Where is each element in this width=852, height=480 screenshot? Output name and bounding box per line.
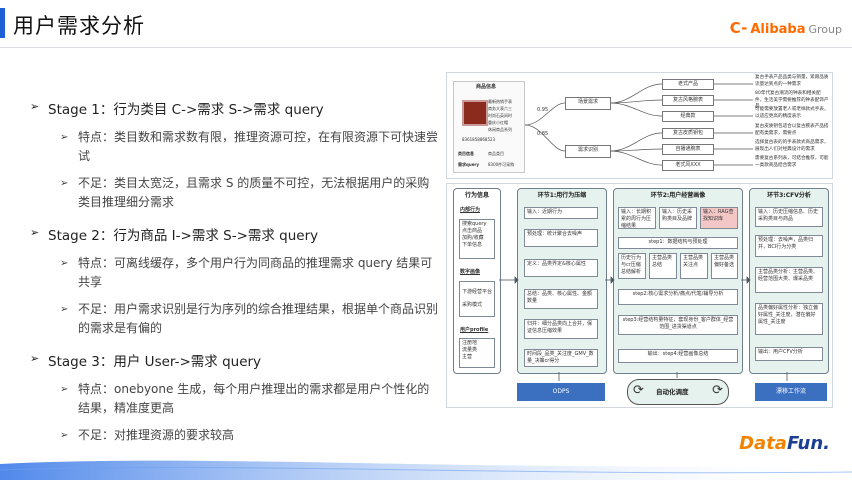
alibaba-logo-icon: C- [729, 19, 748, 37]
scheduler-label: 自动化调度 [656, 388, 689, 396]
stage-point-text: 不足：用户需求识别是行为序列的综合推理结果，根据单个商品识别的需求是有偏的 [78, 302, 439, 335]
odps-block: ODPS [517, 383, 605, 401]
bullet-arrow-icon: ➢ [60, 304, 69, 315]
datafun-part2: Fun. [786, 433, 830, 454]
query-note: 复古皮质钥包适合以复古腕表产品搭配有类需求，需要点 [755, 124, 829, 136]
bullet-arrow-icon: ➢ [60, 258, 69, 269]
stage-point-text: 特点：onebyone 生成，每个用户推理出的需求都是用户个性化的结果，精准度更… [78, 382, 430, 415]
scheduler-block: ⟳ 自动化调度 ⟳ [627, 379, 729, 405]
stage-1-point-2: ➢ 不足：类目太宽泛，且需求 S 的质量不可控，无法根据用户的采购类目推理细分需求 [60, 174, 440, 212]
query-note: 复古手表产品品类与销量，紧跟品质流量达到点的一种需求 [755, 75, 829, 87]
bullet-arrow-icon: ➢ [30, 100, 40, 113]
title-accent-bar [0, 8, 5, 38]
edge-label: 0.95 [537, 107, 549, 113]
bullet-arrow-icon: ➢ [60, 178, 69, 189]
stage-2-point-2: ➢ 不足：用户需求识别是行为序列的综合推理结果，根据单个商品识别的需求是有偏的 [60, 300, 440, 338]
stage-list: ➢ Stage 1：行为类目 C->需求 S->需求 query ➢ 特点：类目数和… [30, 98, 440, 453]
query-node: 复古皮质钥包 [662, 128, 714, 139]
query-node: 老式风XXX [662, 160, 714, 171]
datafun-part1: Data [739, 433, 787, 454]
query-note: 可能需要放置老人或老样款式手表，以适应更高的精度表示 [755, 107, 829, 119]
stage-2-point-1: ➢ 特点：可离线缓存，多个用户行为同商品的推理需求 query 结果可共享 [60, 254, 440, 292]
bullet-arrow-icon: ➢ [60, 384, 69, 395]
stage-2-heading: ➢ Stage 2：行为商品 I->需求 S->需求 query [30, 224, 440, 244]
stage-point-text: 不足：类目太宽泛，且需求 S 的质量不可控，无法根据用户的采购类目推理细分需求 [78, 176, 430, 209]
bullet-arrow-icon: ➢ [30, 226, 40, 239]
bullet-arrow-icon: ➢ [60, 132, 69, 143]
alibaba-group-logo: C- Alibaba Group [730, 19, 842, 37]
query-note: 需要复古系列表，可结合推荐，可能一类款商品结合需求 [755, 156, 829, 168]
need-node: 需求识别 [565, 145, 611, 158]
stage-point-text: 特点：可离线缓存，多个用户行为同商品的推理需求 query 结果可共享 [78, 256, 433, 289]
datafun-logo: DataFun. [739, 433, 830, 454]
page-title: 用户需求分析 [13, 14, 145, 38]
query-node: 老式产品 [662, 79, 714, 90]
workflow-block: 漂移工作流 [755, 383, 827, 401]
stage-title: Stage 1：行为类目 C->需求 S->需求 query [48, 102, 324, 118]
query-node: 经典款 [662, 111, 714, 122]
need-node: 场景需求 [565, 97, 611, 110]
stage-title: Stage 2：行为商品 I->需求 S->需求 query [48, 228, 319, 244]
product-need-diagram: 商品信息 最新热销手表 商务大表六三 时尚石英间时 重庆小红帽 休闲商品系列 8… [446, 72, 833, 179]
stage-3-point-1: ➢ 特点：onebyone 生成，每个用户推理出的需求都是用户个性化的结果，精准度… [60, 380, 440, 418]
stage-1-heading: ➢ Stage 1：行为类目 C->需求 S->需求 query [30, 98, 440, 118]
bullet-arrow-icon: ➢ [30, 352, 40, 365]
stage-3-heading: ➢ Stage 3：用户 User->需求 query [30, 350, 440, 370]
stage-1-point-1: ➢ 特点：类目数和需求数有限，推理资源可控，在有限资源下可快速尝试 [60, 128, 440, 166]
stage-title: Stage 3：用户 User->需求 query [48, 354, 262, 370]
footer-wave [0, 460, 852, 480]
brand-suffix: Group [808, 23, 843, 36]
title-divider [0, 47, 852, 48]
title-bar: 用户需求分析 C- Alibaba Group [0, 0, 852, 52]
query-node: 复古风格腕表 [662, 95, 714, 106]
brand-name: Alibaba [750, 22, 806, 37]
pipeline-diagram: 行为信息 内部行为 搜索query 点击商品 加购/收藏 下单信息 数字画像 下… [446, 183, 833, 408]
flow-arrows [499, 276, 788, 381]
refresh-icon: ⟳ [712, 383, 723, 398]
query-note: 选择复古表的的手表款式商品需求，展现出人们对经典设计的需求 [755, 140, 829, 152]
refresh-icon: ⟳ [633, 383, 644, 398]
stage-point-text: 特点：类目数和需求数有限，推理资源可控，在有限资源下可快速尝试 [78, 130, 439, 163]
edge-label: 0.85 [537, 131, 549, 137]
query-node: 自播通腕表 [662, 144, 714, 155]
